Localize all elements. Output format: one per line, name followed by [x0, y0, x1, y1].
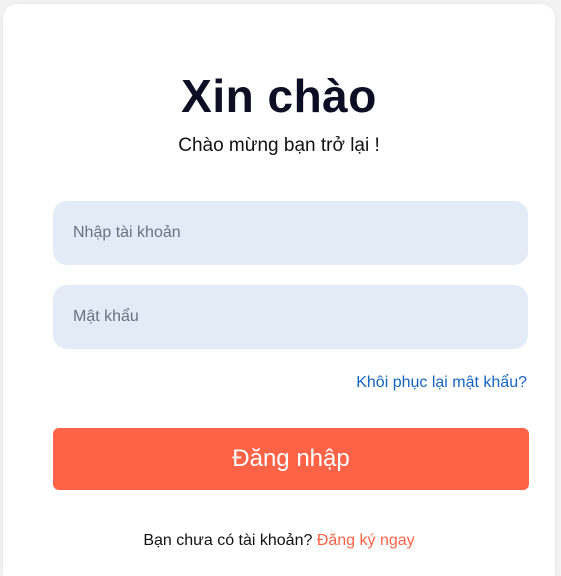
- signup-row: Bạn chưa có tài khoản? Đăng ký ngay: [3, 532, 555, 550]
- username-input[interactable]: [53, 201, 528, 265]
- forgot-password-link[interactable]: Khôi phục lại mật khẩu?: [356, 374, 527, 392]
- page-subtitle: Chào mừng bạn trở lại !: [178, 135, 380, 156]
- page-title: Xin chào: [181, 70, 377, 122]
- login-button[interactable]: Đăng nhập: [53, 428, 529, 490]
- signup-link[interactable]: Đăng ký ngay: [317, 532, 415, 549]
- signup-prompt: Bạn chưa có tài khoản?: [143, 532, 313, 549]
- password-input[interactable]: [53, 285, 528, 349]
- login-card: Xin chào Chào mừng bạn trở lại ! Khôi ph…: [3, 4, 555, 576]
